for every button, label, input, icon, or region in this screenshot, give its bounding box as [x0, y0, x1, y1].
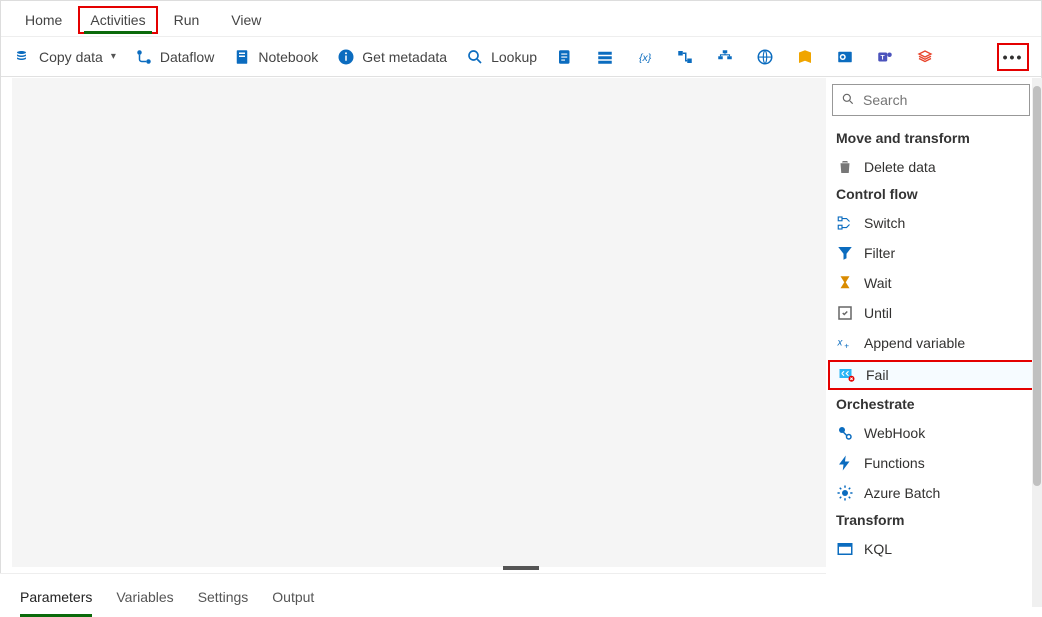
functions-icon — [836, 454, 854, 472]
section-move-transform: Move and transform — [826, 126, 1038, 152]
sproc-icon[interactable] — [595, 47, 615, 67]
chevron-down-icon: ▾ — [111, 51, 116, 62]
menu-append-variable[interactable]: x+ Append variable — [826, 328, 1038, 358]
menu-wait[interactable]: Wait — [826, 268, 1038, 298]
databricks-icon[interactable] — [915, 47, 935, 67]
section-transform: Transform — [826, 508, 1038, 534]
copy-data-button[interactable]: Copy data ▾ — [13, 47, 116, 67]
search-icon — [465, 47, 485, 67]
flyout-scrollbar[interactable] — [1032, 78, 1042, 607]
activities-toolbar: Copy data ▾ Dataflow Notebook Get metada… — [1, 37, 1041, 77]
variable-icon[interactable]: {x} — [635, 47, 655, 67]
menu-switch-label: Switch — [864, 215, 905, 231]
teams-icon[interactable]: T — [875, 47, 895, 67]
menu-switch[interactable]: Switch — [826, 208, 1038, 238]
menu-append-variable-label: Append variable — [864, 335, 965, 351]
trash-icon — [836, 158, 854, 176]
outlook-icon[interactable] — [835, 47, 855, 67]
kql-icon — [836, 540, 854, 558]
webhook-icon — [836, 424, 854, 442]
scrollbar-thumb[interactable] — [1033, 86, 1041, 486]
dataflow-label: Dataflow — [160, 49, 214, 65]
tab-home[interactable]: Home — [9, 4, 78, 36]
tab-view[interactable]: View — [215, 4, 277, 36]
tab-variables[interactable]: Variables — [116, 577, 173, 615]
menu-webhook[interactable]: WebHook — [826, 418, 1038, 448]
more-activities-button[interactable]: ••• — [997, 43, 1029, 71]
hourglass-icon — [836, 274, 854, 292]
svg-text:+: + — [844, 341, 849, 350]
menu-until-label: Until — [864, 305, 892, 321]
foreach-icon[interactable] — [715, 47, 735, 67]
invoke-pipeline-icon[interactable] — [675, 47, 695, 67]
gear-icon — [836, 484, 854, 502]
menu-azure-batch-label: Azure Batch — [864, 485, 940, 501]
until-icon — [836, 304, 854, 322]
semantic-model-icon[interactable] — [795, 47, 815, 67]
svg-text:{x}: {x} — [639, 51, 652, 63]
section-orchestrate: Orchestrate — [826, 392, 1038, 418]
dataflow-button[interactable]: Dataflow — [134, 47, 214, 67]
menu-kql-label: KQL — [864, 541, 892, 557]
toolbar-extra-icons: {x} T — [555, 47, 935, 67]
flyout-search[interactable] — [832, 84, 1030, 116]
filter-icon — [836, 244, 854, 262]
tab-run[interactable]: Run — [158, 4, 216, 36]
top-tab-bar: Home Activities Run View — [1, 1, 1041, 37]
tab-activities[interactable]: Activities — [78, 6, 157, 34]
copy-data-label: Copy data — [39, 49, 103, 65]
notebook-button[interactable]: Notebook — [232, 47, 318, 67]
menu-fail[interactable]: Fail — [828, 360, 1036, 390]
menu-azure-batch[interactable]: Azure Batch — [826, 478, 1038, 508]
menu-wait-label: Wait — [864, 275, 891, 291]
svg-text:x: x — [837, 337, 844, 348]
notebook-icon — [232, 47, 252, 67]
menu-delete-data[interactable]: Delete data — [826, 152, 1038, 182]
web-icon[interactable] — [755, 47, 775, 67]
menu-filter[interactable]: Filter — [826, 238, 1038, 268]
menu-webhook-label: WebHook — [864, 425, 925, 441]
get-metadata-label: Get metadata — [362, 49, 447, 65]
flyout-search-input[interactable] — [861, 91, 1021, 109]
lookup-label: Lookup — [491, 49, 537, 65]
search-icon — [841, 92, 855, 109]
dataflow-icon — [134, 47, 154, 67]
menu-fail-label: Fail — [866, 367, 889, 383]
append-variable-icon: x+ — [836, 334, 854, 352]
lookup-button[interactable]: Lookup — [465, 47, 537, 67]
panel-resize-handle[interactable] — [503, 566, 539, 570]
fail-icon — [838, 366, 856, 384]
tab-settings[interactable]: Settings — [198, 577, 249, 615]
menu-functions[interactable]: Functions — [826, 448, 1038, 478]
notebook-label: Notebook — [258, 49, 318, 65]
menu-filter-label: Filter — [864, 245, 895, 261]
section-control-flow: Control flow — [826, 182, 1038, 208]
ellipsis-icon: ••• — [1003, 49, 1024, 65]
activities-flyout: Move and transform Delete data Control f… — [826, 78, 1038, 607]
menu-kql[interactable]: KQL — [826, 534, 1038, 564]
switch-icon — [836, 214, 854, 232]
menu-delete-data-label: Delete data — [864, 159, 936, 175]
tab-parameters[interactable]: Parameters — [20, 577, 92, 615]
copy-data-icon — [13, 47, 33, 67]
get-metadata-button[interactable]: Get metadata — [336, 47, 447, 67]
script-icon[interactable] — [555, 47, 575, 67]
menu-until[interactable]: Until — [826, 298, 1038, 328]
info-icon — [336, 47, 356, 67]
menu-functions-label: Functions — [864, 455, 925, 471]
tab-output[interactable]: Output — [272, 577, 314, 615]
